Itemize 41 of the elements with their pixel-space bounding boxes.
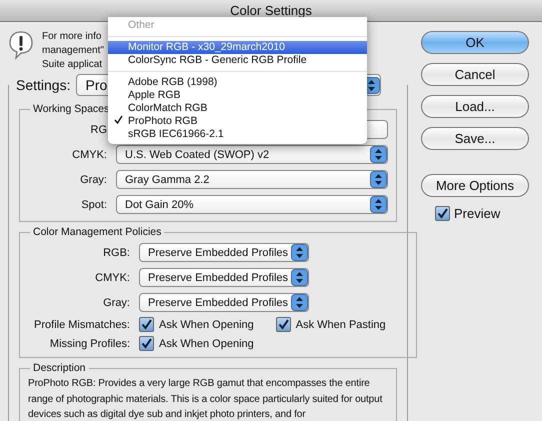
field-label: RGB: [102, 246, 131, 258]
dropdown[interactable]: Preserve Embedded Profiles [139, 268, 309, 287]
group-title: Working Spaces [32, 103, 110, 115]
field-label: RG [90, 124, 108, 136]
dropdown[interactable]: Preserve Embedded Profiles [139, 293, 309, 312]
menu-header: Other [127, 19, 156, 32]
dropdown[interactable]: Preserve Embedded Profiles [139, 243, 309, 262]
menu-item[interactable]: Monitor RGB - x30_29march2010 [108, 41, 367, 54]
field-label: Missing Profiles: [48, 338, 131, 350]
dialog-button[interactable]: Load... [421, 95, 529, 118]
dialog-button[interactable]: Save... [421, 127, 529, 150]
field-label: Gray: [102, 296, 131, 308]
menu-item[interactable]: Apple RGB [108, 89, 367, 102]
description-text: ProPhoto RGB: Provides a very large RGB gamut that encompasses the entire range of photographic materials. This is a color space particularly suited for output devices such as digital dye sub and inkjet photo printers, and for [28, 377, 384, 421]
checkbox-label: Ask When Opening [159, 338, 254, 350]
field-label: CMYK: [71, 148, 108, 160]
dropdown[interactable]: U.S. Web Coated (SWOP) v2 [116, 145, 388, 164]
checkbox-label: Preview [454, 206, 500, 221]
menu-item[interactable]: ProPhoto RGB [108, 115, 367, 128]
window-title: Color Settings [230, 3, 312, 18]
group-title: Description [32, 362, 87, 374]
checkbox-label: Ask When Pasting [296, 318, 386, 330]
menu-item[interactable]: Adobe RGB (1998) [108, 76, 367, 89]
menu-item[interactable]: ColorSync RGB - Generic RGB Profile [108, 54, 367, 67]
dropdown[interactable]: Dot Gain 20% [116, 195, 388, 214]
dropdown[interactable]: Gray Gamma 2.2 [116, 170, 388, 189]
settings-label: Settings: [16, 77, 70, 93]
info-text: management" [42, 44, 104, 58]
menu-item[interactable]: sRGB IEC61966-2.1 [108, 128, 367, 141]
field-label: CMYK: [94, 272, 131, 284]
dialog-button[interactable]: More Options [421, 174, 529, 197]
default-button[interactable]: OK [421, 31, 529, 54]
checkbox-label: Ask When Opening [159, 318, 254, 330]
group-title: Color Management Policies [32, 226, 162, 238]
info-text: For more info [42, 30, 102, 44]
field-label: Gray: [79, 174, 108, 186]
field-label: Spot: [80, 198, 108, 210]
field-label: Profile Mismatches: [33, 318, 131, 330]
info-text: Suite applicat [42, 58, 104, 72]
dialog-button[interactable]: Cancel [421, 63, 529, 86]
menu-item[interactable]: ColorMatch RGB [108, 102, 367, 115]
